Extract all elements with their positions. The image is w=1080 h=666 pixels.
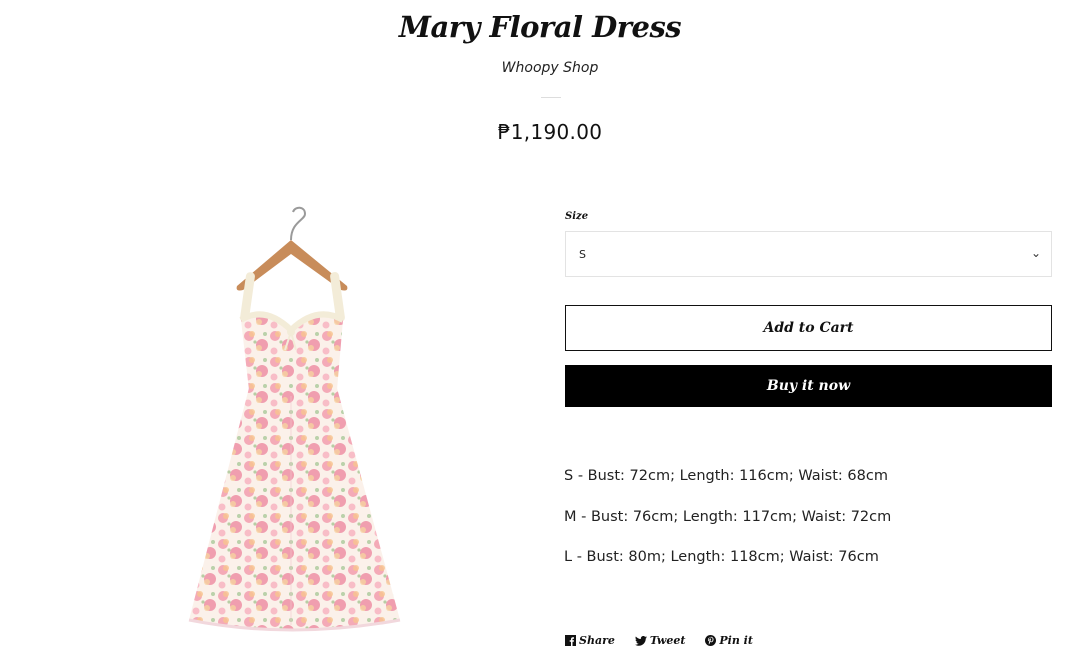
product-page: Mary Floral Dress Whoopy Shop ₱1,190.00 [0,0,1080,666]
size-description-line: L - Bust: 80m; Length: 118cm; Waist: 76c… [564,549,879,565]
title-divider [541,97,561,98]
size-description-line: M - Bust: 76cm; Length: 117cm; Waist: 72… [564,509,892,525]
buy-now-button[interactable]: Buy it now [565,365,1052,407]
share-pinterest-label: Pin it [719,634,753,647]
share-facebook-label: Share [579,634,615,647]
chevron-down-icon: ⌄ [1030,246,1041,260]
vendor-link[interactable]: Whoopy Shop [0,60,1080,76]
size-selected-value: S [579,247,586,261]
size-description-line: S - Bust: 72cm; Length: 116cm; Waist: 68… [564,468,888,484]
share-pinterest-link[interactable]: Pin it [705,634,753,647]
dress-illustration [188,206,401,632]
add-to-cart-button[interactable]: Add to Cart [565,305,1052,351]
size-select[interactable]: S ⌄ [565,231,1052,277]
pinterest-icon [705,635,717,646]
share-facebook-link[interactable]: Share [565,634,615,647]
floral-dress-image[interactable] [165,200,455,660]
product-price: ₱1,190.00 [497,120,603,144]
product-title: Mary Floral Dress [398,10,682,44]
facebook-icon [565,635,576,646]
twitter-icon [634,635,647,646]
share-twitter-label: Tweet [649,634,686,647]
share-twitter-link[interactable]: Tweet [634,634,686,647]
size-label: Size [565,211,589,222]
social-share: Share Tweet Pin it [565,634,753,647]
